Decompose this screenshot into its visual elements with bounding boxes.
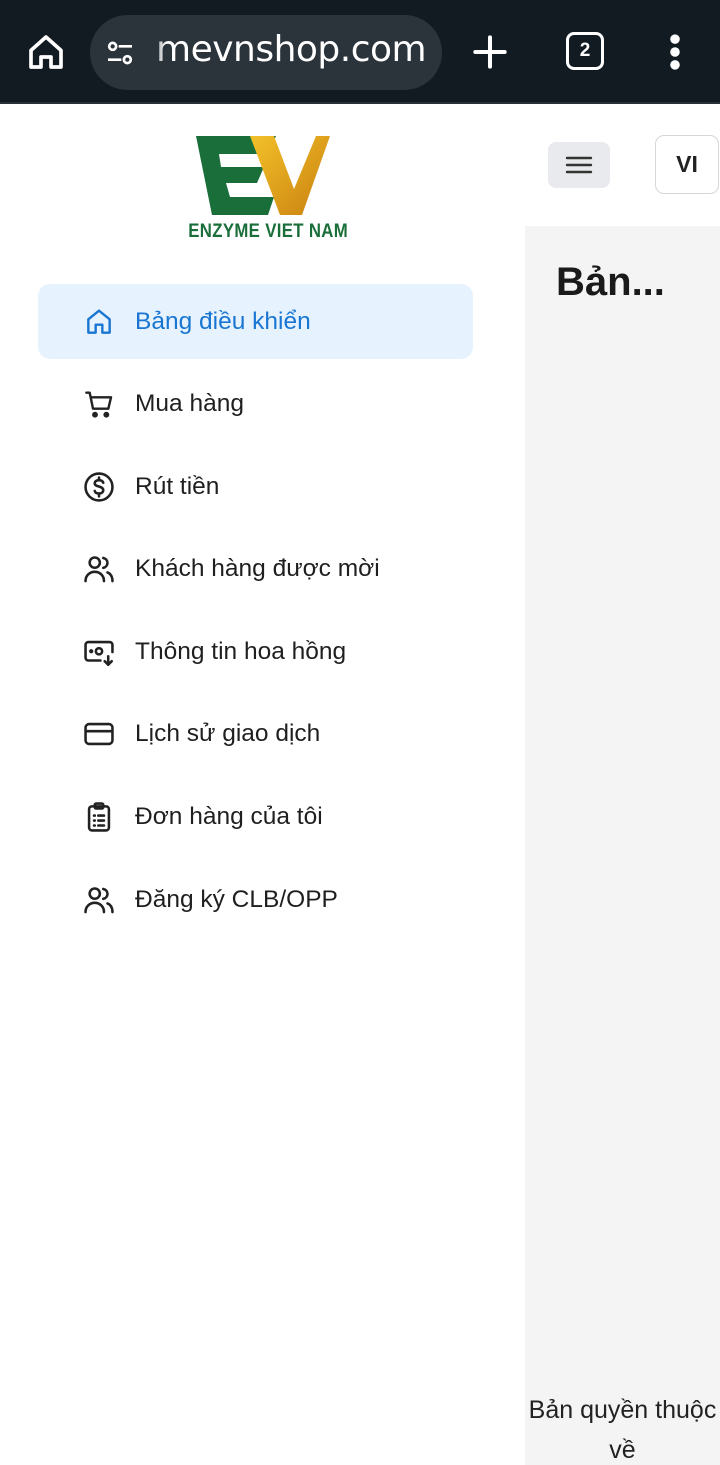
cash-icon	[84, 640, 114, 666]
sidebar-item-label: Đăng ký CLB/OPP	[135, 885, 338, 913]
sidebar-item-club-registration[interactable]: Đăng ký CLB/OPP	[38, 862, 473, 937]
sidebar-item-label: Đơn hàng của tôi	[135, 803, 323, 831]
browser-toolbar: mevnshop.com 2	[0, 0, 720, 104]
sidebar-item-my-orders[interactable]: Đơn hàng của tôi	[38, 780, 473, 855]
menu-toggle-button[interactable]	[548, 142, 610, 188]
sidebar-item-label: Lịch sử giao dịch	[135, 720, 321, 748]
credit-card-icon	[84, 723, 114, 746]
tab-count: 2	[579, 40, 591, 61]
sidebar-item-label: Mua hàng	[135, 390, 244, 418]
home-icon	[87, 308, 111, 334]
users-icon	[84, 556, 114, 583]
site-settings-icon[interactable]	[104, 37, 136, 69]
dollar-circle-icon	[84, 471, 114, 502]
new-tab-icon[interactable]	[468, 30, 512, 74]
main-content: Bản... Bản quyền thuộc về	[525, 226, 720, 1465]
language-button[interactable]: VI	[655, 135, 719, 194]
clipboard-icon	[87, 802, 111, 832]
logo-text: ENZYME VIET NAM	[188, 220, 349, 242]
sidebar-item-withdraw[interactable]: Rút tiền	[38, 449, 473, 524]
copyright-text: Bản quyền thuộc về	[528, 1396, 717, 1464]
sidebar-item-commission-info[interactable]: Thông tin hoa hồng	[38, 614, 473, 689]
more-icon[interactable]	[660, 30, 690, 74]
sidebar-item-label: Rút tiền	[135, 472, 220, 500]
sidebar-item-dashboard[interactable]: Bảng điều khiển	[38, 284, 473, 359]
sidebar-item-purchase[interactable]: Mua hàng	[38, 367, 473, 442]
sidebar-item-invited-customers[interactable]: Khách hàng được mời	[38, 532, 473, 607]
ev-logo-mark	[196, 136, 330, 215]
sidebar-item-label: Bảng điều khiển	[135, 307, 311, 335]
brand-logo[interactable]: ENZYME VIET NAM	[176, 134, 351, 246]
page-title: Bản...	[556, 260, 665, 304]
sidebar-item-label: Khách hàng được mời	[135, 555, 380, 583]
url-fade	[144, 15, 166, 90]
app-header: VI	[525, 106, 720, 226]
hamburger-icon	[565, 156, 593, 174]
browser-home-button[interactable]	[24, 30, 68, 74]
address-bar[interactable]: mevnshop.com	[90, 15, 442, 90]
sidebar-item-label: Thông tin hoa hồng	[135, 637, 347, 665]
sidebar-item-transaction-history[interactable]: Lịch sử giao dịch	[38, 697, 473, 772]
url-text: mevnshop.com	[156, 29, 427, 70]
cart-icon	[85, 391, 113, 418]
sidebar: ENZYME VIET NAM Bảng điều khiển Mua hàng…	[0, 106, 525, 1465]
home-icon	[29, 35, 63, 69]
tab-switcher-button[interactable]: 2	[566, 32, 604, 70]
users-icon	[84, 886, 114, 913]
sidebar-nav: Bảng điều khiển Mua hàng Rút tiền Khách …	[38, 284, 473, 945]
